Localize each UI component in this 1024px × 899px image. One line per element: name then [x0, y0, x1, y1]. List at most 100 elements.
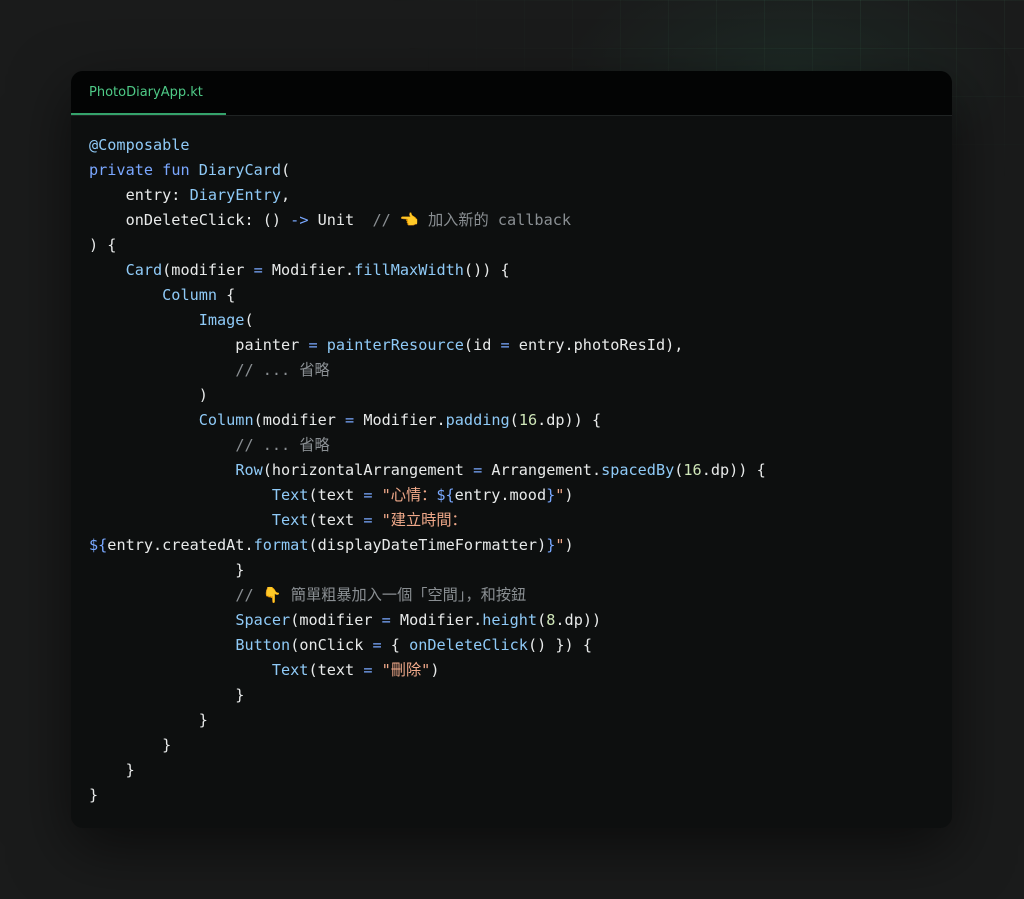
code-token: height	[482, 611, 538, 629]
code-line: }	[89, 783, 766, 808]
code-token: }	[89, 561, 245, 579]
code-token: Modifier.	[390, 611, 483, 629]
code-token: =	[253, 261, 263, 279]
code-line: // ... 省略	[89, 433, 766, 458]
code-token: 16	[683, 461, 702, 479]
code-token: }	[546, 486, 556, 504]
code-token: onDeleteClick	[409, 636, 528, 654]
code-token: private	[89, 161, 154, 179]
code-token: )	[430, 661, 440, 679]
code-token: (	[244, 311, 254, 329]
code-token: entry.createdAt.	[107, 536, 254, 554]
code-line: Text(text = "建立時間：	[89, 508, 766, 533]
code-token: Button	[235, 636, 291, 654]
code-line: ${entry.createdAt.format(displayDateTime…	[89, 533, 766, 558]
code-token: (text	[308, 661, 364, 679]
tab-photodiaryapp-kt[interactable]: PhotoDiaryApp.kt	[71, 71, 226, 115]
code-token: painter	[89, 336, 309, 354]
code-line: )	[89, 383, 766, 408]
code-token: =	[473, 461, 483, 479]
code-line: // 👇 簡單粗暴加入一個「空間」，和按鈕	[89, 583, 766, 608]
code-token: (text	[308, 486, 364, 504]
code-token: // ... 省略	[235, 361, 330, 379]
code-token: (text	[308, 511, 364, 529]
code-token: Modifier.	[354, 411, 446, 429]
code-line: painter = painterResource(id = entry.pho…	[89, 333, 766, 358]
code-token: // ... 省略	[235, 436, 330, 454]
code-token: (modifier	[162, 261, 254, 279]
code-token: Unit	[308, 211, 373, 229]
code-editor-window: PhotoDiaryApp.kt @Composable private fun …	[71, 71, 952, 828]
code-token: )	[564, 536, 574, 554]
code-token: ) {	[89, 236, 117, 254]
code-token: ->	[290, 211, 309, 229]
code-token: entry:	[89, 186, 190, 204]
code-line: }	[89, 758, 766, 783]
code-token: DiaryCard	[198, 161, 282, 179]
code-token: Card	[125, 261, 163, 279]
code-token: =	[381, 611, 391, 629]
code-token: (displayDateTimeFormatter)	[308, 536, 547, 554]
code-token: "	[555, 536, 565, 554]
code-token: Image	[198, 311, 245, 329]
code-token: }	[89, 711, 208, 729]
code-line: @Composable	[89, 133, 766, 158]
code-token: )	[564, 486, 574, 504]
code-token: format	[253, 536, 309, 554]
code-token: // 👇 簡單粗暴加入一個「空間」，和按鈕	[235, 586, 527, 604]
code-token: =	[500, 336, 510, 354]
tab-label: PhotoDiaryApp.kt	[89, 84, 203, 100]
code-token: Text	[271, 511, 309, 529]
code-token: ,	[281, 186, 291, 204]
code-token: ${	[89, 536, 108, 554]
code-token: (modifier	[290, 611, 382, 629]
code-line: Text(text = "刪除")	[89, 658, 766, 683]
code-token: 16	[518, 411, 538, 429]
code-token: .dp))	[555, 611, 602, 629]
code-token: }	[89, 786, 99, 804]
code-token: fun	[162, 161, 190, 179]
code-line: private fun DiaryCard(	[89, 158, 766, 183]
code-token: (	[281, 161, 291, 179]
code-token: }	[89, 761, 135, 779]
code-token: Spacer	[235, 611, 291, 629]
code-token: painterResource	[326, 336, 464, 354]
code-token: .dp)) {	[537, 411, 602, 429]
tab-bar: PhotoDiaryApp.kt	[71, 71, 952, 116]
code-line: }	[89, 733, 766, 758]
code-token: ()) {	[463, 261, 510, 279]
code-token: entry.photoResId),	[509, 336, 684, 354]
code-token: onDeleteClick: ()	[89, 211, 291, 229]
code-token: .dp)) {	[701, 461, 766, 479]
code-token: Column	[198, 411, 254, 429]
code-token: (horizontalArrangement	[262, 461, 474, 479]
code-line: Row(horizontalArrangement = Arrangement.…	[89, 458, 766, 483]
code-token: {	[381, 636, 410, 654]
code-token: Text	[271, 486, 309, 504]
code-token: (onClick	[290, 636, 373, 654]
code-line: Button(onClick = { onDeleteClick() }) {	[89, 633, 766, 658]
code-token: Column	[162, 286, 218, 304]
code-token: entry.mood	[454, 486, 547, 504]
code-line: Column {	[89, 283, 766, 308]
code-token: padding	[445, 411, 510, 429]
code-block[interactable]: @Composable private fun DiaryCard( entry:…	[89, 133, 766, 808]
code-token: Arrangement.	[482, 461, 602, 479]
code-token: (	[509, 411, 519, 429]
code-line: ) {	[89, 233, 766, 258]
code-token: }	[89, 686, 245, 704]
code-token: DiaryEntry	[189, 186, 282, 204]
code-token: Modifier.	[262, 261, 355, 279]
